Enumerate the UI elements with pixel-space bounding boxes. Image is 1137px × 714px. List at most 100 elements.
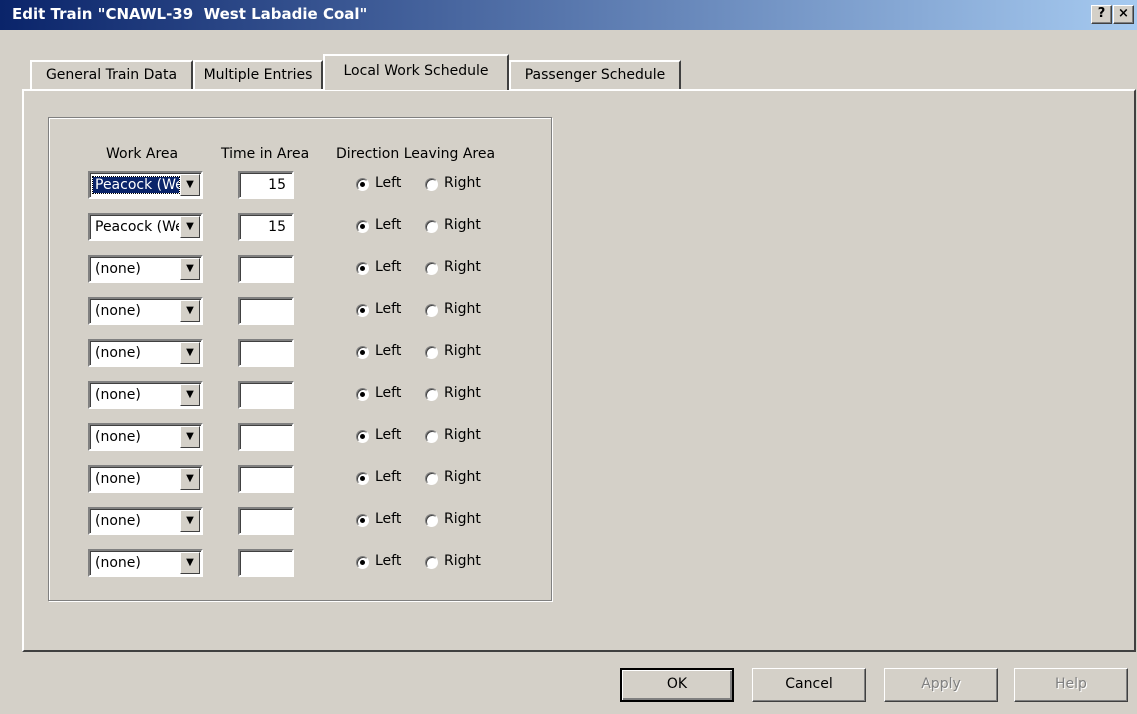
schedule-row: (none) ▼ Left Right [0, 423, 560, 451]
direction-left-label: Left [375, 553, 402, 569]
close-icon[interactable]: × [1113, 5, 1134, 24]
window-title: Edit Train "CNAWL-39 West Labadie Coal" [12, 5, 368, 23]
radio-icon [356, 388, 369, 401]
direction-left-label: Left [375, 469, 402, 485]
time-in-area-input[interactable] [238, 423, 294, 451]
work-area-value: (none) [95, 261, 141, 277]
radio-icon [356, 304, 369, 317]
direction-right-label: Right [444, 259, 481, 275]
work-area-select[interactable]: (none) ▼ [88, 465, 203, 493]
work-area-select[interactable]: (none) ▼ [88, 381, 203, 409]
tab-multiple-entries[interactable]: Multiple Entries [193, 60, 323, 90]
work-area-select[interactable]: (none) ▼ [88, 423, 203, 451]
direction-left-label: Left [375, 511, 402, 527]
radio-icon [425, 388, 438, 401]
radio-icon [356, 262, 369, 275]
schedule-row: (none) ▼ Left Right [0, 297, 560, 325]
work-area-value: (none) [95, 345, 141, 361]
direction-left-label: Left [375, 343, 402, 359]
tab-general-train-data[interactable]: General Train Data [30, 60, 193, 90]
direction-right-label: Right [444, 511, 481, 527]
work-area-value: (none) [95, 513, 141, 529]
chevron-down-icon[interactable]: ▼ [180, 426, 200, 448]
work-area-select[interactable]: (none) ▼ [88, 255, 203, 283]
ok-button[interactable]: OK [620, 668, 734, 702]
work-area-value: (none) [95, 471, 141, 487]
work-area-select[interactable]: Peacock (West)▼ [88, 171, 203, 199]
work-area-value: (none) [95, 555, 141, 571]
direction-right-label: Right [444, 385, 481, 401]
time-in-area-input[interactable]: 15 [238, 171, 294, 199]
chevron-down-icon[interactable]: ▼ [180, 258, 200, 280]
cancel-button[interactable]: Cancel [752, 668, 866, 702]
work-area-value: Peacock (West) [95, 219, 179, 235]
direction-right-label: Right [444, 553, 481, 569]
tab-passenger-schedule[interactable]: Passenger Schedule [509, 60, 681, 90]
radio-icon [356, 556, 369, 569]
radio-icon [356, 178, 369, 191]
help-button[interactable]: Help [1014, 668, 1128, 702]
schedule-row: (none) ▼ Left Right [0, 465, 560, 493]
schedule-row: (none) ▼ Left Right [0, 549, 560, 577]
header-time-in-area: Time in Area [221, 146, 310, 162]
time-in-area-input[interactable] [238, 297, 294, 325]
radio-icon [425, 346, 438, 359]
time-in-area-input[interactable] [238, 465, 294, 493]
direction-right-label: Right [444, 427, 481, 443]
radio-icon [425, 178, 438, 191]
work-area-value: (none) [95, 429, 141, 445]
direction-left-label: Left [375, 301, 402, 317]
work-area-value: (none) [95, 303, 141, 319]
direction-left-label: Left [375, 385, 402, 401]
direction-right-label: Right [444, 469, 481, 485]
time-in-area-input[interactable]: 15 [238, 213, 294, 241]
tab-local-work-schedule[interactable]: Local Work Schedule [323, 54, 509, 90]
chevron-down-icon[interactable]: ▼ [180, 342, 200, 364]
work-area-select[interactable]: Peacock (West)▼ [88, 213, 203, 241]
chevron-down-icon[interactable]: ▼ [180, 300, 200, 322]
radio-icon [356, 514, 369, 527]
schedule-row: (none) ▼ Left Right [0, 381, 560, 409]
radio-icon [425, 220, 438, 233]
work-area-select[interactable]: (none) ▼ [88, 339, 203, 367]
time-in-area-input[interactable] [238, 507, 294, 535]
chevron-down-icon[interactable]: ▼ [180, 174, 200, 196]
direction-left-label: Left [375, 427, 402, 443]
chevron-down-icon[interactable]: ▼ [180, 468, 200, 490]
work-area-select[interactable]: (none) ▼ [88, 507, 203, 535]
work-area-select[interactable]: (none) ▼ [88, 297, 203, 325]
radio-icon [356, 346, 369, 359]
schedule-row: (none) ▼ Left Right [0, 507, 560, 535]
title-bar: Edit Train "CNAWL-39 West Labadie Coal" … [0, 0, 1137, 30]
help-icon[interactable]: ? [1091, 5, 1112, 24]
direction-right-label: Right [444, 343, 481, 359]
chevron-down-icon[interactable]: ▼ [180, 510, 200, 532]
direction-left-label: Left [375, 175, 402, 191]
work-area-value: Peacock (West) [92, 176, 180, 194]
schedule-row: Peacock (West)▼ 15 Left Right [0, 171, 560, 199]
direction-left-label: Left [375, 217, 402, 233]
radio-icon [425, 514, 438, 527]
direction-right-label: Right [444, 175, 481, 191]
time-in-area-input[interactable] [238, 381, 294, 409]
radio-icon [425, 304, 438, 317]
direction-left-label: Left [375, 259, 402, 275]
time-in-area-input[interactable] [238, 339, 294, 367]
chevron-down-icon[interactable]: ▼ [180, 384, 200, 406]
schedule-row: Peacock (West)▼ 15 Left Right [0, 213, 560, 241]
schedule-row: (none) ▼ Left Right [0, 255, 560, 283]
work-area-select[interactable]: (none) ▼ [88, 549, 203, 577]
radio-icon [425, 430, 438, 443]
time-in-area-input[interactable] [238, 255, 294, 283]
schedule-row: (none) ▼ Left Right [0, 339, 560, 367]
work-area-value: (none) [95, 387, 141, 403]
chevron-down-icon[interactable]: ▼ [180, 216, 200, 238]
time-in-area-input[interactable] [238, 549, 294, 577]
apply-button[interactable]: Apply [884, 668, 998, 702]
radio-icon [425, 556, 438, 569]
direction-right-label: Right [444, 217, 481, 233]
chevron-down-icon[interactable]: ▼ [180, 552, 200, 574]
header-work-area: Work Area [106, 146, 179, 162]
radio-icon [356, 430, 369, 443]
header-direction: Direction Leaving Area [336, 146, 496, 162]
